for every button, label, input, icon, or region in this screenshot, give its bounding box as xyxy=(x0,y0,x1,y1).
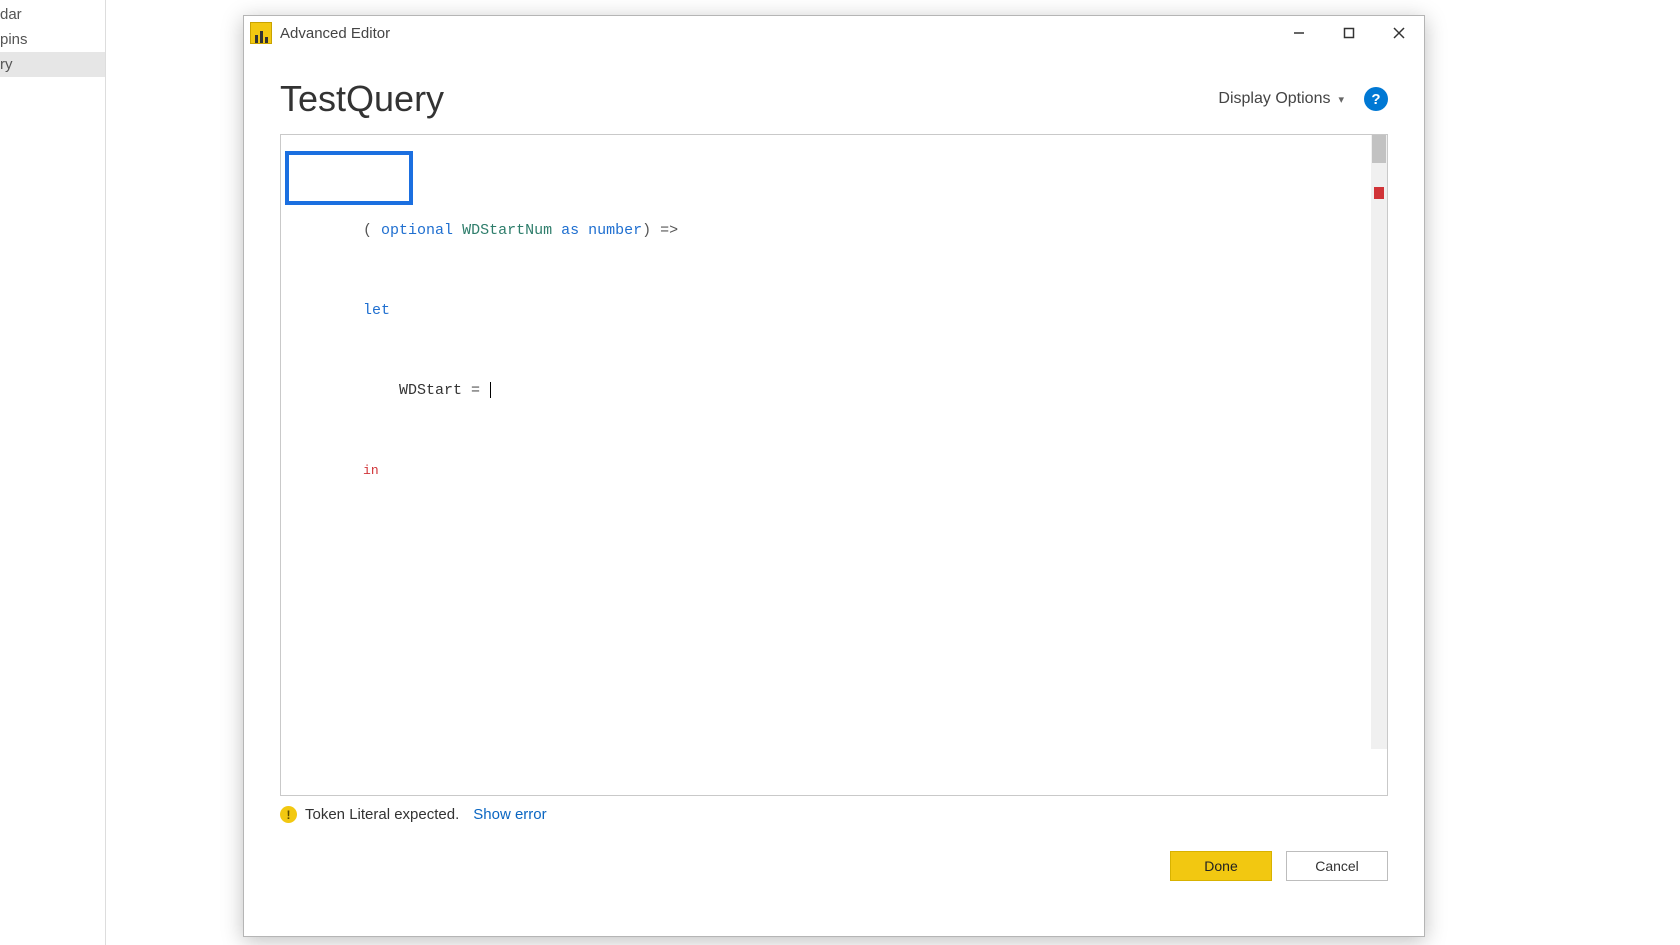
text-cursor xyxy=(490,382,491,398)
maximize-button[interactable] xyxy=(1324,16,1374,50)
header-row: TestQuery Display Options ▾ ? xyxy=(244,50,1424,128)
query-name-title: TestQuery xyxy=(280,78,1218,120)
show-error-link[interactable]: Show error xyxy=(473,806,546,823)
advanced-editor-dialog: Advanced Editor TestQuery Display Option… xyxy=(243,15,1425,937)
status-message: Token Literal expected. xyxy=(305,806,459,823)
code-token: as xyxy=(561,222,579,239)
queries-panel: dar pins ry xyxy=(0,0,106,945)
code-indent xyxy=(363,382,399,399)
code-token: number xyxy=(588,222,642,239)
editor-scrollbar[interactable] xyxy=(1371,135,1387,749)
error-squiggle: in xyxy=(363,463,379,478)
code-editor[interactable]: ( optional WDStartNum as number) => let … xyxy=(280,134,1388,796)
code-token: WDStart xyxy=(399,382,462,399)
code-token: = xyxy=(462,382,489,399)
code-textarea[interactable]: ( optional WDStartNum as number) => let … xyxy=(281,135,1371,795)
minimize-button[interactable] xyxy=(1274,16,1324,50)
queries-item[interactable]: dar xyxy=(0,2,105,27)
scrollbar-error-marker xyxy=(1374,187,1384,199)
titlebar: Advanced Editor xyxy=(244,16,1424,50)
code-token: let xyxy=(363,302,390,319)
queries-item[interactable]: pins xyxy=(0,27,105,52)
done-button[interactable]: Done xyxy=(1170,851,1272,881)
queries-item-selected[interactable]: ry xyxy=(0,52,105,77)
close-button[interactable] xyxy=(1374,16,1424,50)
chevron-down-icon: ▾ xyxy=(1338,93,1344,106)
status-row: ! Token Literal expected. Show error xyxy=(244,796,1424,823)
code-token: ) => xyxy=(642,222,678,239)
code-token: ( xyxy=(363,222,381,239)
code-token: optional xyxy=(381,222,453,239)
code-token: WDStartNum xyxy=(462,222,552,239)
dialog-footer: Done Cancel xyxy=(244,823,1424,901)
display-options-dropdown[interactable]: Display Options ▾ xyxy=(1218,90,1344,108)
cancel-button[interactable]: Cancel xyxy=(1286,851,1388,881)
powerbi-icon xyxy=(250,22,272,44)
display-options-label: Display Options xyxy=(1218,90,1330,108)
scrollbar-thumb[interactable] xyxy=(1372,135,1386,163)
window-title: Advanced Editor xyxy=(280,25,390,42)
help-button[interactable]: ? xyxy=(1364,87,1388,111)
warning-icon: ! xyxy=(280,806,297,823)
